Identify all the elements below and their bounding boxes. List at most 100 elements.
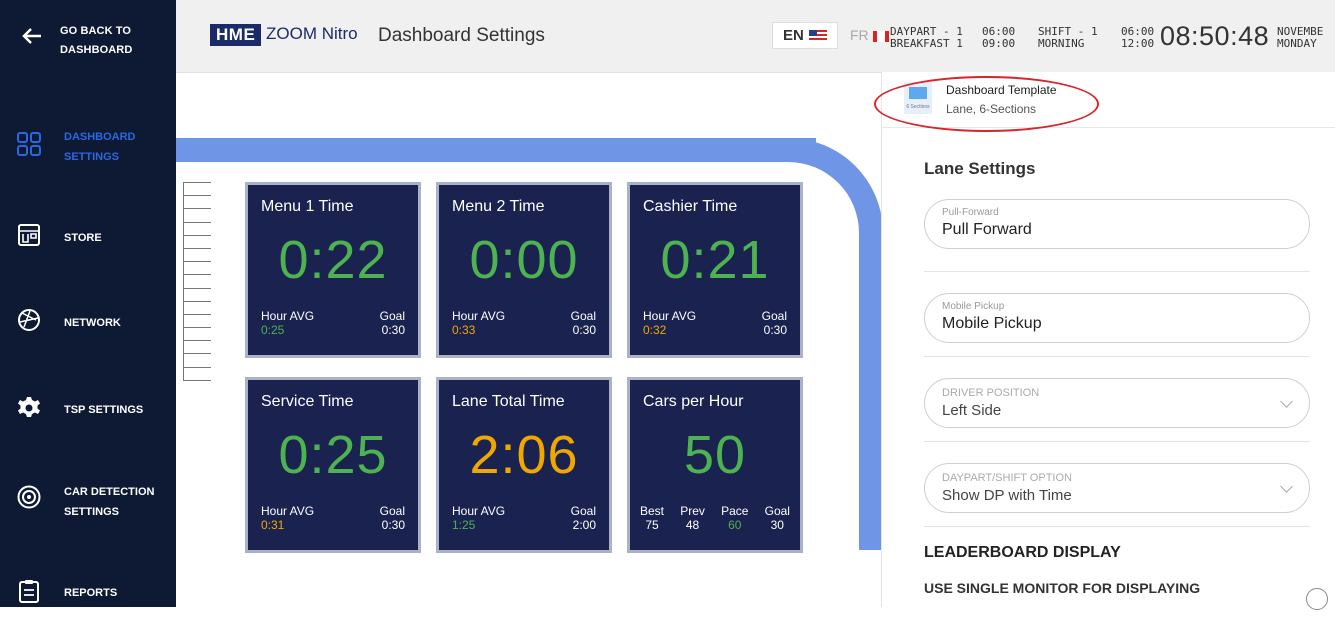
car-detection-icon [17,485,41,509]
current-date: NOVEMBE MONDAY [1277,25,1324,50]
product-logo: ZOOM Nitro [266,24,358,43]
stat-value: 75 [645,518,659,532]
tile-value: 0:21 [660,230,770,290]
chevron-down-icon [1280,395,1293,408]
tile-value: 0:00 [469,230,579,290]
sidebar-item-label: STORE [64,232,102,244]
goal-value: 0:30 [572,323,596,337]
sidebar-item-reports[interactable]: REPORTS [0,575,176,635]
stat-label: Goal [764,504,790,518]
sidebar-item-network[interactable]: NETWORK [0,305,176,365]
tile-menu-1-time[interactable]: Menu 1 Time 0:22 Hour AVG 0:25 Goal 0:30 [245,182,421,358]
daypart-shift-option-label: DAYPART/SHIFT OPTION [942,472,1072,484]
hour-avg-value: 1:25 [452,518,476,532]
single-monitor-label: USE SINGLE MONITOR FOR DISPLAYING [924,580,1201,596]
sidebar-item-label: TSP SETTINGS [64,404,144,416]
page-title: Dashboard Settings [378,25,545,46]
shift-times: 06:00 12:00 [1121,25,1155,50]
tile-cashier-time[interactable]: Cashier Time 0:21 Hour AVG 0:32 Goal 0:30 [627,182,803,358]
driver-position-select[interactable]: DRIVER POSITION Left Side [924,378,1310,428]
mobile-pickup-label: Mobile Pickup [942,301,1005,312]
lane-ticks [183,182,213,393]
language-en-label: EN [783,27,804,44]
tile-title: Menu 2 Time [452,198,545,215]
hour-avg-label: Hour AVG [452,309,506,323]
go-back-label: GO BACK TO DASHBOARD [60,25,133,56]
goal-label: Goal [570,504,596,518]
hour-avg-label: Hour AVG [261,504,315,518]
language-fr-button[interactable]: FR [850,27,889,43]
goal-value: 0:30 [381,323,405,337]
hour-avg-label: Hour AVG [643,309,697,323]
sidebar-item-tsp-settings[interactable]: TSP SETTINGS [0,392,176,452]
pull-forward-value: Pull Forward [942,221,1032,238]
stat-value: 60 [728,518,742,532]
hour-avg-value: 0:31 [261,518,285,532]
dashboard-template-selector[interactable]: 6 Sections Dashboard Template Lane, 6-Se… [874,72,1335,132]
sidebar-item-store[interactable]: STORE [0,220,176,280]
mobile-pickup-field[interactable]: Mobile Pickup Mobile Pickup [924,293,1310,343]
divider [924,526,1310,527]
tile-lane-total-time[interactable]: Lane Total Time 2:06 Hour AVG 1:25 Goal 2:… [436,377,612,553]
tile-value: 50 [683,425,747,485]
language-fr-label: FR [850,27,869,43]
goal-value: 0:30 [381,518,405,532]
network-icon [18,309,40,331]
shift-label: SHIFT - 1 MORNING [1038,25,1098,50]
hour-avg-value: 0:25 [261,323,285,337]
daypart-shift-option-select[interactable]: DAYPART/SHIFT OPTION Show DP with Time [924,463,1310,513]
sidebar-item-dashboard-settings[interactable]: DASHBOARD SETTINGS [0,125,176,185]
sidebar-item-label: CAR DETECTION SETTINGS [64,486,155,518]
tile-value: 0:25 [278,425,388,485]
lane-settings-title: Lane Settings [924,159,1036,178]
daypart-shift-option-value: Show DP with Time [942,487,1072,504]
go-back-to-dashboard-button[interactable]: GO BACK TO DASHBOARD [0,0,176,74]
gear-icon [18,397,40,417]
tile-value: 2:06 [469,425,579,485]
tile-service-time[interactable]: Service Time 0:25 Hour AVG 0:31 Goal 0:30 [245,377,421,553]
back-arrow-icon [22,28,41,44]
pull-forward-field[interactable]: Pull-Forward Pull Forward [924,199,1310,249]
sidebar-item-label: REPORTS [64,587,118,599]
hour-avg-value: 0:32 [643,323,667,337]
driver-position-value: Left Side [942,402,1002,419]
sidebar-item-car-detection[interactable]: CAR DETECTION SETTINGS [0,480,176,540]
language-en-button[interactable]: EN [772,22,838,49]
tile-title: Lane Total Time [452,393,565,410]
stat-label: Best [640,504,665,518]
tile-title: Cashier Time [643,198,738,215]
goal-label: Goal [379,504,405,518]
hour-avg-label: Hour AVG [452,504,506,518]
goal-value: 0:30 [763,323,787,337]
goal-value: 2:00 [572,518,596,532]
lane-band [176,138,816,162]
stat-label: Prev [680,504,705,518]
goal-label: Goal [761,309,787,323]
driver-position-label: DRIVER POSITION [942,387,1040,399]
hour-avg-value: 0:33 [452,323,476,337]
hour-avg-label: Hour AVG [261,309,315,323]
stat-value: 48 [685,518,700,532]
stat-value: 30 [770,518,784,532]
dashboard-grid-icon [17,132,41,156]
sidebar: GO BACK TO DASHBOARD DASHBOARD SETTINGS … [0,0,176,607]
hme-logo: HME [210,24,262,46]
tile-menu-2-time[interactable]: Menu 2 Time 0:00 Hour AVG 0:33 Goal 0:30 [436,182,612,358]
current-time-clock: 08:50:48 [1160,21,1270,51]
sidebar-item-label: DASHBOARD SETTINGS [64,131,136,163]
settings-panel: 6 Sections Dashboard Template Lane, 6-Se… [874,72,1335,610]
goal-label: Goal [379,309,405,323]
tile-value: 0:22 [278,230,388,290]
daypart-times: 06:00 09:00 [982,25,1016,50]
tile-cars-per-hour[interactable]: Cars per Hour 50 Best 75 Prev 48 Pace 60 Go… [627,377,803,553]
stat-label: Pace [721,504,749,518]
us-flag-icon [808,30,827,43]
daypart-label: DAYPART - 1 BREAKFAST 1 [890,25,963,50]
tile-title: Service Time [261,393,354,410]
divider [924,271,1310,272]
mobile-pickup-value: Mobile Pickup [942,315,1042,332]
leaderboard-display-title: LEADERBOARD DISPLAY [924,544,1121,561]
cars-per-hour-stats: Best 75 Prev 48 Pace 60 Goal 30 [640,504,790,532]
reports-clipboard-icon [19,580,39,603]
divider [924,356,1310,357]
